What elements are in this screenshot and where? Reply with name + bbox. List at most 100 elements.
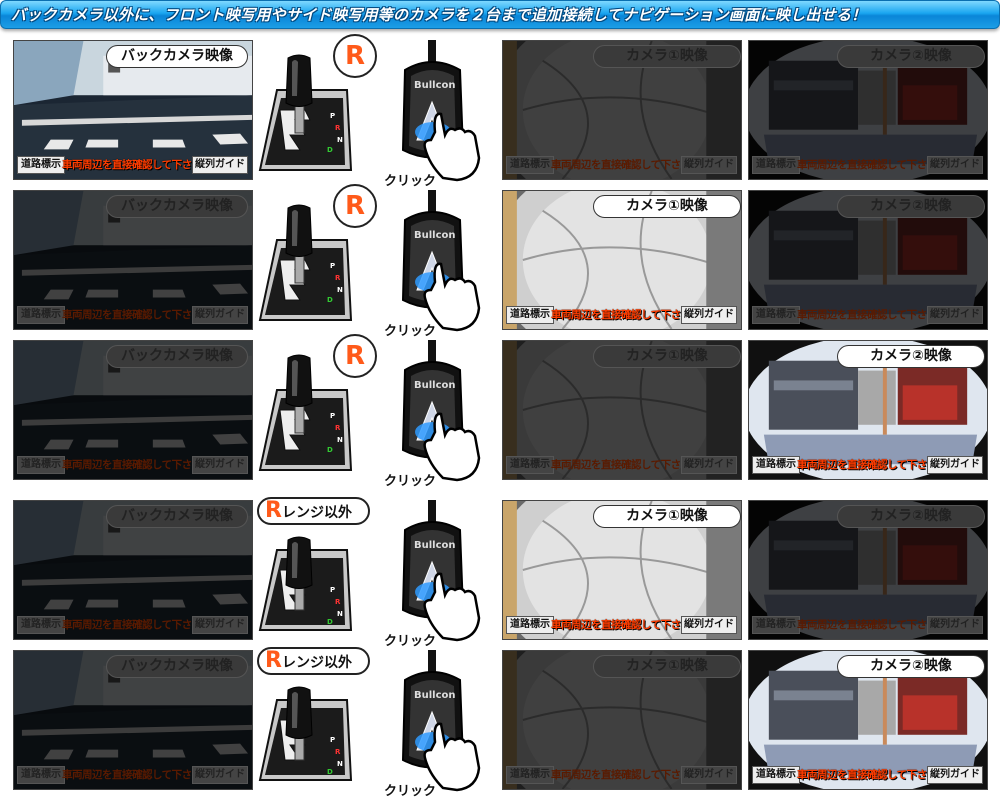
cam2-camera-label: カメラ②映像	[837, 655, 985, 678]
r-glyph: R	[344, 191, 366, 221]
back-camera-label: バックカメラ映像	[106, 45, 248, 68]
safety-warning-text: 車両周辺を直接確認して下さい	[797, 769, 937, 781]
back-camera-view[interactable]: バックカメラ映像 道路標示 車両周辺を直接確認して下さい 縦列ガイド	[13, 500, 253, 640]
road-marking-button[interactable]: 道路標示	[506, 616, 554, 634]
r-glyph: R	[265, 498, 282, 523]
remote-brand: Bullcon	[414, 80, 456, 91]
road-marking-button[interactable]: 道路標示	[506, 156, 554, 174]
cam1-camera-label: カメラ①映像	[593, 345, 741, 368]
bullcon-remote-illustration[interactable]: Bullcon	[385, 190, 495, 335]
svg-text:N: N	[337, 286, 343, 294]
back-camera-label: バックカメラ映像	[106, 345, 248, 368]
cam2-camera-label: カメラ②映像	[837, 505, 985, 528]
not-r-gear-bubble: Rレンジ以外	[257, 647, 370, 675]
safety-warning-text: 車両周辺を直接確認して下さい	[62, 159, 202, 171]
cam2-camera-view[interactable]: カメラ②映像 道路標示 車両周辺を直接確認して下さい 縦列ガイド	[748, 650, 988, 790]
not-r-text: レンジ以外	[281, 505, 352, 521]
cam2-camera-view[interactable]: カメラ②映像 道路標示 車両周辺を直接確認して下さい 縦列ガイド	[748, 500, 988, 640]
gear-shifter-illustration: P R N D R	[255, 184, 377, 335]
gear-shifter-illustration: P R N D Rレンジ以外	[255, 647, 375, 795]
road-marking-button[interactable]: 道路標示	[752, 306, 800, 324]
svg-text:P: P	[330, 262, 335, 270]
cam1-camera-view[interactable]: カメラ①映像 道路標示 車両周辺を直接確認して下さい 縦列ガイド	[502, 500, 742, 640]
svg-text:D: D	[327, 446, 333, 454]
r-glyph: R	[344, 341, 366, 371]
svg-text:P: P	[330, 112, 335, 120]
svg-text:R: R	[335, 748, 341, 756]
svg-text:N: N	[337, 436, 343, 444]
road-marking-button[interactable]: 道路標示	[506, 306, 554, 324]
parallel-guide-button[interactable]: 縦列ガイド	[681, 456, 737, 474]
parallel-guide-button[interactable]: 縦列ガイド	[927, 306, 983, 324]
parallel-guide-button[interactable]: 縦列ガイド	[192, 456, 248, 474]
remote-brand: Bullcon	[414, 540, 456, 551]
safety-warning-text: 車両周辺を直接確認して下さい	[62, 769, 202, 781]
back-camera-view[interactable]: バックカメラ映像 道路標示 車両周辺を直接確認して下さい 縦列ガイド	[13, 40, 253, 180]
safety-warning-text: 車両周辺を直接確認して下さい	[551, 159, 691, 171]
road-marking-button[interactable]: 道路標示	[752, 456, 800, 474]
gear-shifter-illustration: P R N D R	[255, 34, 377, 185]
click-label: クリック	[384, 324, 437, 339]
parallel-guide-button[interactable]: 縦列ガイド	[192, 766, 248, 784]
parallel-guide-button[interactable]: 縦列ガイド	[681, 156, 737, 174]
click-label: クリック	[384, 634, 437, 649]
road-marking-button[interactable]: 道路標示	[17, 156, 65, 174]
parallel-guide-button[interactable]: 縦列ガイド	[927, 456, 983, 474]
parallel-guide-button[interactable]: 縦列ガイド	[192, 616, 248, 634]
road-marking-button[interactable]: 道路標示	[17, 766, 65, 784]
back-camera-view[interactable]: バックカメラ映像 道路標示 車両周辺を直接確認して下さい 縦列ガイド	[13, 190, 253, 330]
cam2-camera-view[interactable]: カメラ②映像 道路標示 車両周辺を直接確認して下さい 縦列ガイド	[748, 340, 988, 480]
cam1-camera-view[interactable]: カメラ①映像 道路標示 車両周辺を直接確認して下さい 縦列ガイド	[502, 40, 742, 180]
road-marking-button[interactable]: 道路標示	[17, 616, 65, 634]
parallel-guide-button[interactable]: 縦列ガイド	[192, 306, 248, 324]
safety-warning-text: 車両周辺を直接確認して下さい	[551, 309, 691, 321]
road-marking-button[interactable]: 道路標示	[506, 766, 554, 784]
r-glyph: R	[344, 41, 366, 71]
svg-text:P: P	[330, 412, 335, 420]
svg-text:D: D	[327, 146, 333, 154]
cam2-camera-view[interactable]: カメラ②映像 道路標示 車両周辺を直接確認して下さい 縦列ガイド	[748, 40, 988, 180]
road-marking-button[interactable]: 道路標示	[17, 456, 65, 474]
parallel-guide-button[interactable]: 縦列ガイド	[192, 156, 248, 174]
road-marking-button[interactable]: 道路標示	[752, 616, 800, 634]
r-gear-bubble: R	[333, 334, 377, 378]
remote-brand: Bullcon	[414, 230, 456, 241]
cam1-camera-view[interactable]: カメラ①映像 道路標示 車両周辺を直接確認して下さい 縦列ガイド	[502, 650, 742, 790]
back-camera-view[interactable]: バックカメラ映像 道路標示 車両周辺を直接確認して下さい 縦列ガイド	[13, 650, 253, 790]
safety-warning-text: 車両周辺を直接確認して下さい	[551, 459, 691, 471]
cam1-camera-view[interactable]: カメラ①映像 道路標示 車両周辺を直接確認して下さい 縦列ガイド	[502, 340, 742, 480]
bullcon-remote-illustration[interactable]: Bullcon	[385, 500, 495, 645]
parallel-guide-button[interactable]: 縦列ガイド	[681, 766, 737, 784]
gear-shifter-illustration: P R N D R	[255, 334, 377, 485]
scenario-row: バックカメラ映像 道路標示 車両周辺を直接確認して下さい 縦列ガイド P R N…	[0, 497, 1000, 650]
back-camera-view[interactable]: バックカメラ映像 道路標示 車両周辺を直接確認して下さい 縦列ガイド	[13, 340, 253, 480]
r-glyph: R	[265, 648, 282, 673]
parallel-guide-button[interactable]: 縦列ガイド	[927, 616, 983, 634]
parallel-guide-button[interactable]: 縦列ガイド	[681, 616, 737, 634]
safety-warning-text: 車両周辺を直接確認して下さい	[797, 309, 937, 321]
svg-text:P: P	[330, 736, 335, 744]
cam1-camera-label: カメラ①映像	[593, 505, 741, 528]
click-label: クリック	[384, 174, 437, 189]
cam2-camera-view[interactable]: カメラ②映像 道路標示 車両周辺を直接確認して下さい 縦列ガイド	[748, 190, 988, 330]
road-marking-button[interactable]: 道路標示	[17, 306, 65, 324]
banner-text: バックカメラ以外に、フロント映写用やサイド映写用等のカメラを２台まで追加接続して…	[11, 6, 867, 24]
safety-warning-text: 車両周辺を直接確認して下さい	[797, 159, 937, 171]
parallel-guide-button[interactable]: 縦列ガイド	[681, 306, 737, 324]
svg-text:D: D	[327, 618, 333, 626]
gear-shifter-illustration: P R N D Rレンジ以外	[255, 497, 375, 645]
bullcon-remote-illustration[interactable]: Bullcon	[385, 40, 495, 185]
road-marking-button[interactable]: 道路標示	[506, 456, 554, 474]
bullcon-remote-illustration[interactable]: Bullcon	[385, 340, 495, 485]
remote-brand: Bullcon	[414, 690, 456, 701]
cam1-camera-label: カメラ①映像	[593, 195, 741, 218]
svg-text:N: N	[337, 610, 343, 618]
scenario-row: バックカメラ映像 道路標示 車両周辺を直接確認して下さい 縦列ガイド P R N…	[0, 647, 1000, 800]
parallel-guide-button[interactable]: 縦列ガイド	[927, 766, 983, 784]
road-marking-button[interactable]: 道路標示	[752, 766, 800, 784]
parallel-guide-button[interactable]: 縦列ガイド	[927, 156, 983, 174]
road-marking-button[interactable]: 道路標示	[752, 156, 800, 174]
bullcon-remote-illustration[interactable]: Bullcon	[385, 650, 495, 795]
cam1-camera-view[interactable]: カメラ①映像 道路標示 車両周辺を直接確認して下さい 縦列ガイド	[502, 190, 742, 330]
header-banner: バックカメラ以外に、フロント映写用やサイド映写用等のカメラを２台まで追加接続して…	[0, 0, 1000, 29]
